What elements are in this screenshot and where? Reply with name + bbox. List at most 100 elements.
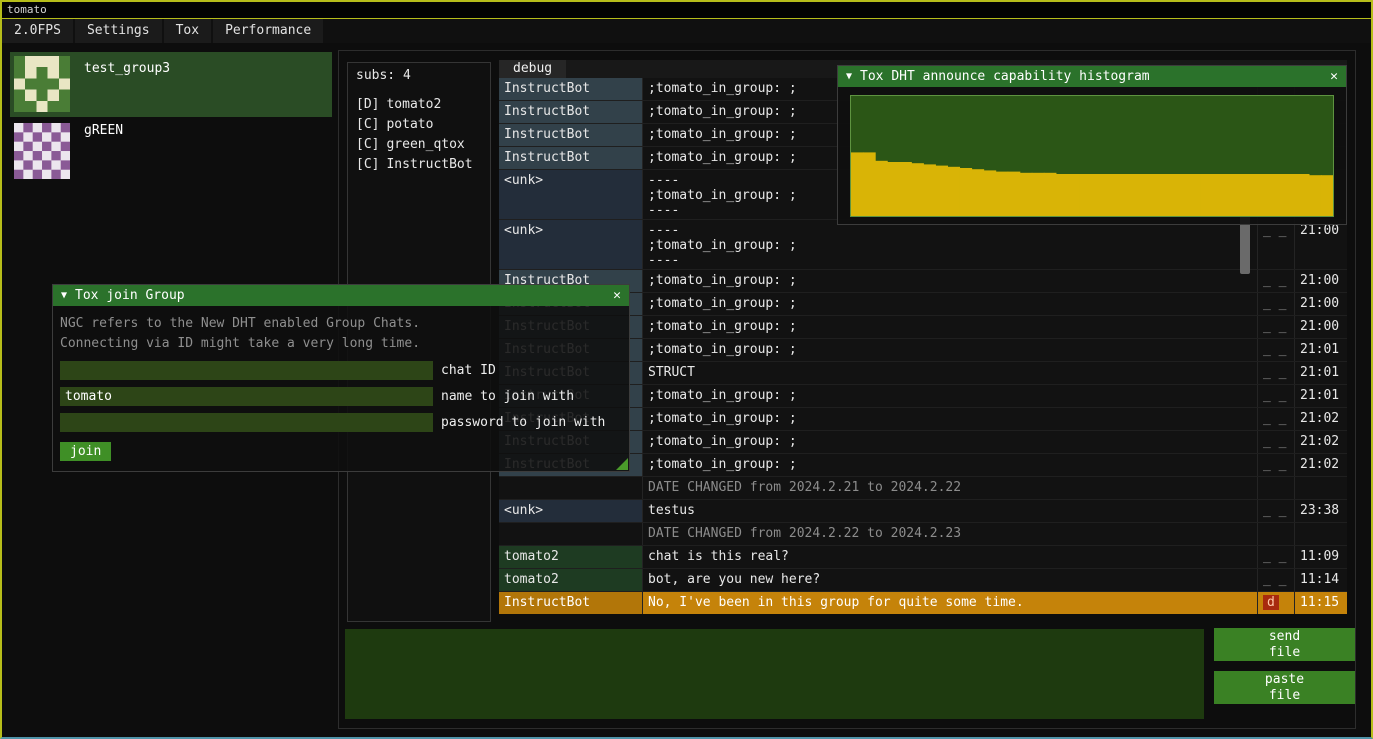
message-time: 21:00 <box>1294 220 1347 269</box>
sidebar-item-green[interactable]: gREEN <box>10 119 332 181</box>
chat-message-row: <unk>testus_ _23:38 <box>499 500 1347 523</box>
message-status: _ _ <box>1257 220 1294 269</box>
peer-item[interactable]: [C]potato <box>356 115 482 135</box>
message-status: _ _ <box>1257 293 1294 315</box>
sidebar-item-test-group3[interactable]: test_group3 <box>10 52 332 117</box>
message-time: 21:01 <box>1294 339 1347 361</box>
message-status: _ _ <box>1257 316 1294 338</box>
sender-name: InstructBot <box>499 592 643 614</box>
dht-histogram-window: ▼ Tox DHT announce capability histogram … <box>837 65 1347 225</box>
join-password-label: password to join with <box>441 415 605 430</box>
chat-id-label: chat ID <box>441 363 496 378</box>
message-status: _ _ <box>1257 431 1294 453</box>
message-text: ---- ;tomato_in_group: ; ---- <box>643 220 1257 269</box>
peer-name: tomato2 <box>386 97 441 112</box>
fps-counter: 2.0FPS <box>2 19 73 43</box>
join-group-title: Tox join Group <box>75 288 603 303</box>
join-name-input[interactable] <box>60 387 433 406</box>
message-text: chat is this real? <box>643 546 1257 568</box>
message-status: _ _ <box>1257 385 1294 407</box>
message-status <box>1257 477 1294 499</box>
close-icon[interactable]: ✕ <box>603 288 621 303</box>
message-time: 21:00 <box>1294 293 1347 315</box>
message-time <box>1294 523 1347 545</box>
message-text: bot, are you new here? <box>643 569 1257 591</box>
join-help-line: NGC refers to the New DHT enabled Group … <box>60 314 622 334</box>
message-status: _ _ <box>1257 339 1294 361</box>
sender-name: <unk> <box>499 170 643 219</box>
send-file-button[interactable]: send file <box>1214 628 1355 661</box>
sender-name <box>499 477 643 499</box>
sender-name: InstructBot <box>499 124 643 146</box>
sender-name: InstructBot <box>499 147 643 169</box>
menu-tox[interactable]: Tox <box>164 19 211 43</box>
peer-item[interactable]: [C]green_qtox <box>356 135 482 155</box>
date-changed-text: DATE CHANGED from 2024.2.22 to 2024.2.23 <box>643 523 1257 545</box>
date-changed-row: DATE CHANGED from 2024.2.21 to 2024.2.22 <box>499 477 1347 500</box>
menu-settings[interactable]: Settings <box>75 19 162 43</box>
message-text: No, I've been in this group for quite so… <box>643 592 1257 614</box>
peer-item[interactable]: [D] tomato2 <box>356 95 482 115</box>
join-group-titlebar[interactable]: ▼ Tox join Group ✕ <box>53 285 629 306</box>
message-status: _ _ <box>1257 454 1294 476</box>
message-text: ;tomato_in_group: ; <box>643 408 1257 430</box>
dht-histogram-body <box>838 87 1346 225</box>
peer-name: InstructBot <box>386 157 472 172</box>
message-status: d <box>1257 592 1294 614</box>
message-status <box>1257 523 1294 545</box>
peer-status-prefix: [C] <box>356 157 379 172</box>
message-text: ;tomato_in_group: ; <box>643 270 1257 292</box>
date-changed-text: DATE CHANGED from 2024.2.21 to 2024.2.22 <box>643 477 1257 499</box>
join-group-window: ▼ Tox join Group ✕ NGC refers to the New… <box>52 284 630 472</box>
dht-histogram-plot <box>850 95 1334 217</box>
message-time: 21:02 <box>1294 431 1347 453</box>
join-password-input[interactable] <box>60 413 433 432</box>
sender-name: InstructBot <box>499 101 643 123</box>
sender-name: InstructBot <box>499 78 643 100</box>
menu-performance[interactable]: Performance <box>213 19 323 43</box>
message-time: 21:00 <box>1294 270 1347 292</box>
group-avatar <box>14 123 70 179</box>
dht-histogram-title: Tox DHT announce capability histogram <box>860 69 1320 84</box>
window-title: tomato <box>7 3 47 16</box>
sender-name: tomato2 <box>499 546 643 568</box>
join-help-line: Connecting via ID might take a very long… <box>60 334 622 354</box>
message-status: _ _ <box>1257 408 1294 430</box>
date-changed-row: DATE CHANGED from 2024.2.22 to 2024.2.23 <box>499 523 1347 546</box>
peer-item[interactable]: [C] InstructBot <box>356 155 482 175</box>
message-time: 21:01 <box>1294 385 1347 407</box>
close-icon[interactable]: ✕ <box>1320 69 1338 84</box>
message-status: _ _ <box>1257 569 1294 591</box>
window-titlebar[interactable]: tomato <box>2 2 1371 19</box>
group-name: gREEN <box>84 123 123 181</box>
chat-message-row-highlighted[interactable]: InstructBotNo, I've been in this group f… <box>499 592 1347 614</box>
chat-message-row: tomato2chat is this real?_ _11:09 <box>499 546 1347 569</box>
dht-histogram-titlebar[interactable]: ▼ Tox DHT announce capability histogram … <box>838 66 1346 87</box>
collapse-arrow-icon[interactable]: ▼ <box>846 71 852 82</box>
message-text: ;tomato_in_group: ; <box>643 316 1257 338</box>
subs-count: subs: 4 <box>356 68 482 83</box>
sender-name: tomato2 <box>499 569 643 591</box>
peer-status-prefix: [D] <box>356 97 379 112</box>
join-group-body: NGC refers to the New DHT enabled Group … <box>53 306 629 471</box>
message-input[interactable] <box>345 629 1204 719</box>
peer-name: potato <box>386 117 433 132</box>
chat-message-row: <unk>---- ;tomato_in_group: ; ----_ _21:… <box>499 220 1347 270</box>
message-text: ;tomato_in_group: ; <box>643 385 1257 407</box>
message-time: 11:09 <box>1294 546 1347 568</box>
message-time: 11:14 <box>1294 569 1347 591</box>
join-button[interactable]: join <box>60 442 111 461</box>
message-text: STRUCT <box>643 362 1257 384</box>
paste-file-button[interactable]: paste file <box>1214 671 1355 704</box>
message-time: 21:02 <box>1294 408 1347 430</box>
collapse-arrow-icon[interactable]: ▼ <box>61 290 67 301</box>
chat-id-input[interactable] <box>60 361 433 380</box>
message-time: 23:38 <box>1294 500 1347 522</box>
resize-grip[interactable] <box>616 458 628 470</box>
message-time <box>1294 477 1347 499</box>
message-text: ;tomato_in_group: ; <box>643 293 1257 315</box>
peer-name: green_qtox <box>386 137 464 152</box>
tab-debug[interactable]: debug <box>499 60 566 78</box>
message-status: _ _ <box>1257 546 1294 568</box>
group-avatar <box>14 56 70 112</box>
